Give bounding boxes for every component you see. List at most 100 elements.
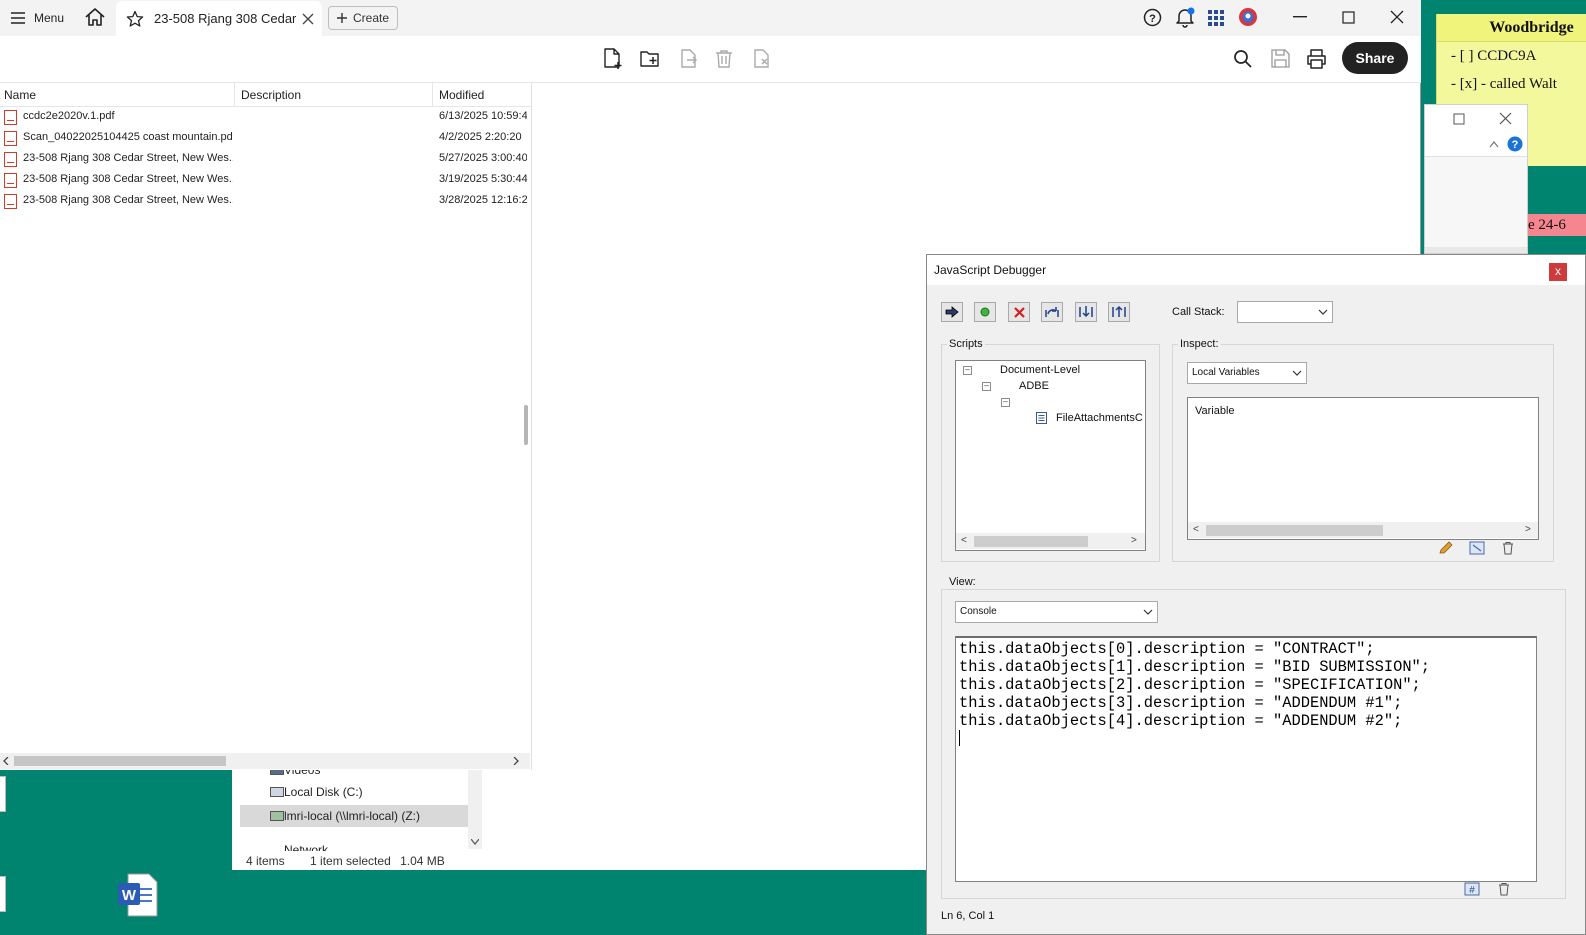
minimize-button[interactable] xyxy=(1286,4,1314,30)
text-caret xyxy=(959,730,960,746)
close-icon[interactable] xyxy=(1499,112,1512,125)
scripts-scrollbar[interactable]: < > xyxy=(956,533,1145,549)
explorer-status-bar: 4 items 1 item selected 1.04 MB xyxy=(232,851,926,871)
column-header-name[interactable]: Name xyxy=(0,83,235,107)
close-button[interactable] xyxy=(1383,4,1411,30)
column-header-description[interactable]: Description xyxy=(237,83,433,107)
view-dropdown[interactable]: Console xyxy=(955,601,1158,623)
variables-list[interactable]: Variable < > xyxy=(1187,397,1539,540)
file-modified: 3/28/2025 12:16:2 xyxy=(439,194,527,206)
close-button[interactable]: x xyxy=(1549,263,1567,281)
desktop-file-icon[interactable] xyxy=(0,876,6,912)
scripts-tree[interactable]: – Document-Level – ADBE – FileAttachment… xyxy=(955,360,1146,551)
scroll-down-icon[interactable] xyxy=(471,839,479,845)
scrollbar-thumb[interactable] xyxy=(1206,525,1383,536)
star-icon[interactable] xyxy=(126,10,144,28)
step-over-button[interactable] xyxy=(1041,302,1063,322)
console-line: this.dataObjects[2].description = "SPECI… xyxy=(959,676,1421,694)
scrollbar-thumb[interactable] xyxy=(974,536,1088,547)
column-header-modified[interactable]: Modified xyxy=(435,83,532,107)
scroll-left-icon[interactable] xyxy=(3,757,9,765)
network-drive-icon xyxy=(270,811,284,821)
pdf-file-icon xyxy=(4,131,17,146)
console-textarea[interactable]: this.dataObjects[0].description = "CONTR… xyxy=(955,636,1537,882)
background-window[interactable]: ? xyxy=(1424,104,1528,254)
red-x-icon xyxy=(1013,306,1025,318)
word-document-icon[interactable]: W xyxy=(118,873,158,917)
add-file-icon[interactable] xyxy=(602,48,624,70)
file-row[interactable]: ccdc2e2020v.1.pdf 6/13/2025 10:59:42 xyxy=(0,107,530,128)
maximize-icon xyxy=(1341,10,1355,24)
apps-grid-icon[interactable] xyxy=(1207,9,1225,27)
tree-node-document-level[interactable]: Document-Level xyxy=(1000,364,1080,376)
panel-resize-handle[interactable] xyxy=(524,405,528,445)
file-row[interactable]: 23-508 Rjang 308 Cedar Street, New Wes..… xyxy=(0,149,530,170)
help-icon[interactable]: ? xyxy=(1143,8,1162,27)
tab-document[interactable]: 23-508 Rjang 308 Cedar... xyxy=(116,1,322,36)
collapse-icon[interactable]: – xyxy=(982,382,991,391)
step-into-button[interactable] xyxy=(1075,302,1097,322)
explorer-scrollbar[interactable] xyxy=(468,767,482,849)
watch-icon[interactable] xyxy=(1469,541,1485,555)
file-row[interactable]: 23-508 Rjang 308 Cedar Street, New Wes..… xyxy=(0,191,530,212)
share-button[interactable]: Share xyxy=(1342,42,1408,74)
scroll-right-icon[interactable] xyxy=(513,757,519,765)
file-row[interactable]: 23-508 Rjang 308 Cedar Street, New Wes..… xyxy=(0,170,530,191)
call-stack-label: Call Stack: xyxy=(1172,306,1225,318)
collapse-icon[interactable]: – xyxy=(963,366,972,375)
add-folder-icon[interactable] xyxy=(640,49,662,69)
file-explorer-window[interactable]: Videos Local Disk (C:) lmri-local (\\lmr… xyxy=(232,758,926,870)
close-tab-icon[interactable] xyxy=(302,13,314,25)
scroll-right-icon[interactable]: > xyxy=(1131,535,1137,546)
inspect-dropdown[interactable]: Local Variables xyxy=(1187,362,1307,384)
nav-item-network-drive[interactable]: lmri-local (\\lmri-local) (Z:) xyxy=(240,805,468,827)
file-row[interactable]: Scan_04022025104425 coast mountain.pdf 4… xyxy=(0,128,530,149)
inspect-label: Inspect: xyxy=(1178,338,1221,350)
pdf-file-icon xyxy=(4,173,17,188)
nav-item-network[interactable]: Network xyxy=(240,839,468,851)
scroll-left-icon[interactable]: < xyxy=(961,535,967,546)
variables-scrollbar[interactable]: < > xyxy=(1188,522,1538,538)
print-icon[interactable] xyxy=(1306,49,1327,69)
file-modified: 5/27/2025 3:00:40 xyxy=(439,152,527,164)
nav-item-label: Network xyxy=(284,843,329,851)
nav-item-local-disk[interactable]: Local Disk (C:) xyxy=(240,781,468,803)
horizontal-scrollbar[interactable] xyxy=(0,753,530,769)
desktop-file-icon[interactable] xyxy=(0,776,6,812)
home-icon[interactable] xyxy=(84,7,106,27)
notification-bell-icon[interactable] xyxy=(1174,6,1196,28)
tree-node-adbe[interactable]: ADBE xyxy=(1019,380,1049,392)
help-icon[interactable]: ? xyxy=(1507,136,1523,152)
line-number-icon[interactable]: # xyxy=(1464,882,1480,896)
scrollbar-thumb[interactable] xyxy=(14,756,226,766)
save-attachment-icon[interactable] xyxy=(752,49,772,69)
step-out-button[interactable] xyxy=(1108,302,1130,322)
delete-icon[interactable] xyxy=(715,49,733,69)
maximize-icon[interactable] xyxy=(1453,113,1465,125)
interrupt-button[interactable] xyxy=(974,302,996,322)
edit-pencil-icon[interactable] xyxy=(1438,541,1454,555)
menu-button[interactable]: Menu xyxy=(10,8,64,28)
call-stack-dropdown[interactable] xyxy=(1237,301,1333,323)
chevron-up-icon[interactable] xyxy=(1489,140,1499,148)
sticky-note-pink[interactable]: e 24-6 xyxy=(1522,214,1586,236)
create-button[interactable]: Create xyxy=(328,6,398,30)
collapse-icon[interactable]: – xyxy=(1001,398,1010,407)
user-avatar-icon[interactable] xyxy=(1238,7,1258,27)
scroll-left-icon[interactable]: < xyxy=(1193,524,1199,535)
open-file-icon[interactable] xyxy=(679,49,699,69)
tree-node-file-attachments[interactable]: FileAttachmentsC xyxy=(1056,412,1143,424)
green-dot-icon xyxy=(980,307,990,317)
view-value: Console xyxy=(960,606,997,617)
save-icon[interactable] xyxy=(1271,49,1290,68)
resume-button[interactable] xyxy=(941,302,963,322)
quit-button[interactable] xyxy=(1008,302,1030,322)
maximize-button[interactable] xyxy=(1334,4,1362,30)
search-icon[interactable] xyxy=(1233,49,1253,69)
scroll-right-icon[interactable]: > xyxy=(1525,524,1531,535)
javascript-debugger-dialog[interactable]: JavaScript Debugger x Call Stack: Script… xyxy=(926,254,1586,935)
trash-icon[interactable] xyxy=(1500,541,1516,555)
clear-console-icon[interactable] xyxy=(1496,882,1512,896)
close-icon xyxy=(1390,10,1404,24)
file-name: Scan_04022025104425 coast mountain.pdf xyxy=(23,131,233,143)
